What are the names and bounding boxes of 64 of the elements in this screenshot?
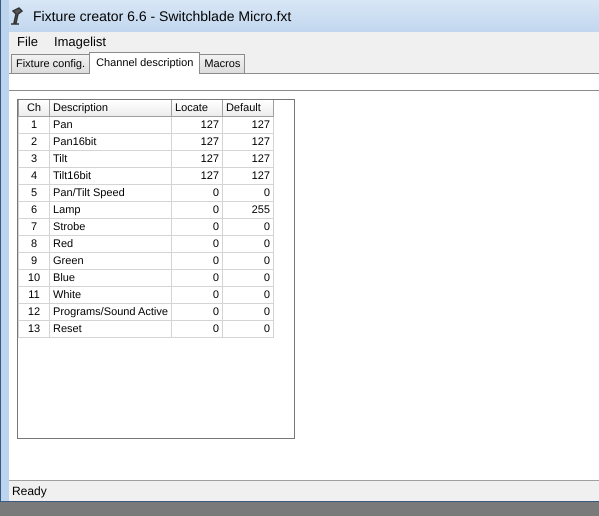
table-cell: Tilt: [50, 150, 172, 168]
table-cell: 0: [171, 304, 222, 320]
table-cell: 3: [18, 150, 50, 168]
table-cell: 0: [171, 218, 222, 236]
table-cell: 127: [222, 116, 274, 134]
table-cell: 127: [171, 116, 222, 134]
table-cell: 6: [18, 202, 50, 218]
table-cell: White: [50, 286, 172, 304]
tab[interactable]: Macros: [199, 54, 246, 73]
table-cell: 13: [18, 320, 50, 338]
table-cell: 0: [222, 184, 274, 202]
table-cell: 0: [171, 236, 222, 252]
table-cell: 10: [18, 270, 50, 286]
table-cell: 0: [171, 202, 222, 218]
table-cell: 0: [222, 286, 274, 304]
table-cell: 127: [171, 134, 222, 150]
table-cell: 1: [18, 116, 50, 134]
table-cell: 11: [18, 286, 50, 304]
table-cell: 2: [18, 134, 50, 150]
table-cell: 8: [18, 236, 50, 252]
table-cell: 0: [222, 304, 274, 320]
column-header[interactable]: Locate: [171, 100, 222, 116]
table-cell: Strobe: [50, 218, 172, 236]
tab[interactable]: Fixture config.: [11, 54, 90, 73]
table-cell: 0: [222, 320, 274, 338]
table-cell: 127: [171, 150, 222, 168]
menu-item[interactable]: Imagelist: [52, 34, 108, 49]
table-cell: Pan16bit: [50, 134, 172, 150]
table-cell: 0: [171, 252, 222, 270]
table-cell: 0: [171, 270, 222, 286]
table-cell: Pan: [50, 116, 172, 134]
table-cell: 0: [222, 270, 274, 286]
table-cell: Blue: [50, 270, 172, 286]
table-cell: 0: [222, 252, 274, 270]
table-cell: 0: [222, 236, 274, 252]
tab[interactable]: Channel description: [89, 52, 200, 74]
column-header[interactable]: Description: [50, 100, 172, 116]
table-cell: 127: [222, 134, 274, 150]
table-cell: 255: [222, 202, 274, 218]
table-cell: Reset: [50, 320, 172, 338]
table-cell: 0: [222, 218, 274, 236]
table-cell: 0: [171, 320, 222, 338]
window-title: Fixture creator 6.6 - Switchblade Micro.fxt: [33, 8, 292, 24]
column-header[interactable]: Ch: [18, 100, 50, 116]
table-cell: Pan/Tilt Speed: [50, 184, 172, 202]
table-cell: Red: [50, 236, 172, 252]
table-cell: 127: [222, 168, 274, 184]
table-cell: 0: [171, 286, 222, 304]
app-icon: [9, 7, 25, 25]
table-cell: 127: [171, 168, 222, 184]
table-cell: 4: [18, 168, 50, 184]
table-cell: 0: [171, 184, 222, 202]
table-cell: 5: [18, 184, 50, 202]
table-cell: 9: [18, 252, 50, 270]
table-cell: Programs/Sound Active: [50, 304, 172, 320]
table-cell: 7: [18, 218, 50, 236]
menu-item[interactable]: File: [15, 34, 40, 49]
table-cell: 12: [18, 304, 50, 320]
table-cell: Lamp: [50, 202, 172, 218]
table-cell: Tilt16bit: [50, 168, 172, 184]
table-cell: Green: [50, 252, 172, 270]
status-bar: Ready: [9, 480, 599, 501]
column-header[interactable]: Default: [222, 100, 274, 116]
table-cell: 127: [222, 150, 274, 168]
